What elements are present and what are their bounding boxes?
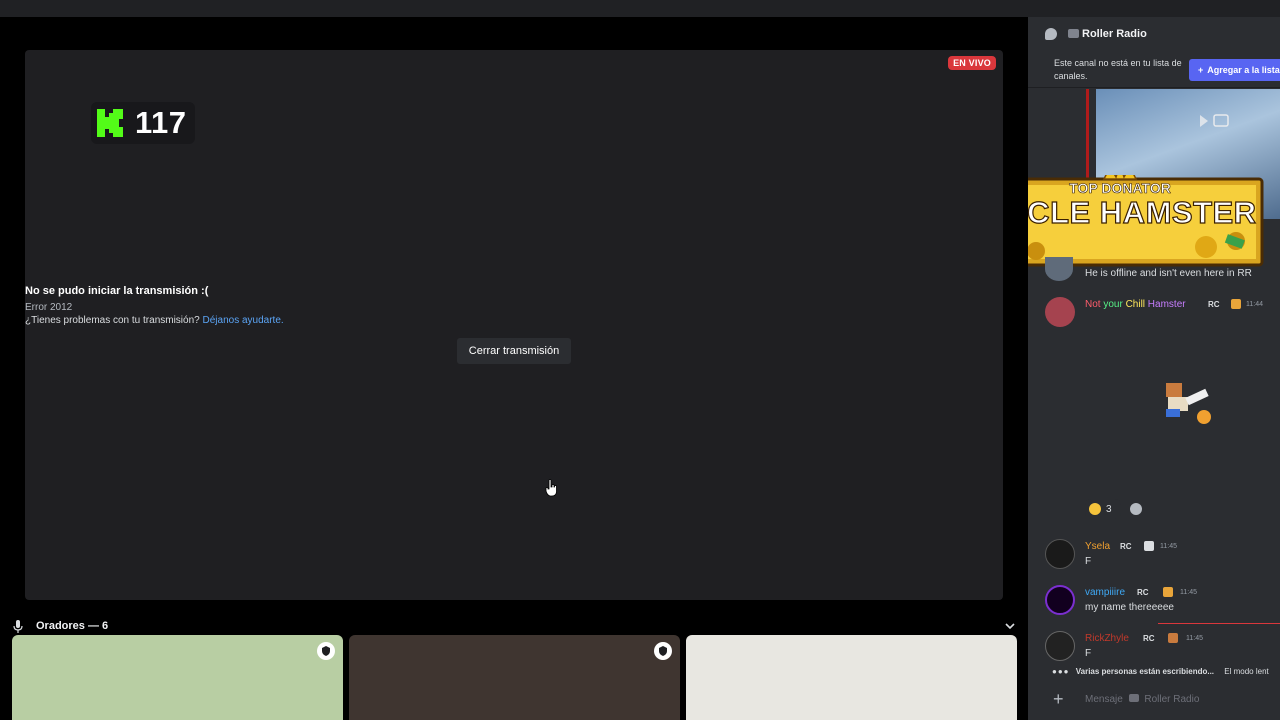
help-link[interactable]: Déjanos ayudarte. <box>203 315 284 326</box>
role-icon <box>1231 299 1241 309</box>
input-placeholder: Mensaje Roller Radio <box>1085 694 1199 705</box>
avatar[interactable] <box>1045 585 1075 615</box>
video-controls-icon[interactable] <box>1198 112 1232 130</box>
top-bar <box>0 0 1280 17</box>
timestamp: 11:45 <box>1160 543 1177 550</box>
radio-icon <box>1128 694 1139 702</box>
timestamp: 11:45 <box>1180 589 1197 596</box>
plus-icon: + <box>1198 65 1204 75</box>
username-part: Not <box>1085 299 1101 310</box>
error-help: ¿Tienes problemas con tu transmisión? Dé… <box>25 315 1003 326</box>
radio-icon <box>1068 29 1079 38</box>
placeholder-channel: Roller Radio <box>1144 694 1200 705</box>
chat-header: Roller Radio <box>1028 17 1280 47</box>
hamster-sticker <box>1166 383 1211 424</box>
avatar[interactable] <box>1045 631 1075 661</box>
role-icon <box>1144 541 1154 551</box>
banner-top-text: TOP DONATOR <box>1069 180 1171 197</box>
username[interactable]: Ysela <box>1085 541 1110 552</box>
username-part: your <box>1100 299 1126 310</box>
avatar[interactable] <box>1045 297 1075 327</box>
placeholder-prefix: Mensaje <box>1085 694 1123 705</box>
avatar[interactable] <box>1045 539 1075 569</box>
stage-area: EN VIVO 117 No se pudo iniciar la transm… <box>0 17 1028 720</box>
role-icon <box>1168 633 1178 643</box>
attach-plus-icon[interactable]: + <box>1053 689 1064 710</box>
help-question: ¿Tienes problemas con tu transmisión? <box>25 315 200 326</box>
add-to-list-button[interactable]: + Agregar a la lista <box>1189 59 1280 81</box>
username[interactable]: vampiiire <box>1085 587 1125 598</box>
channel-notice: Este canal no está en tu lista de canale… <box>1054 58 1182 81</box>
message-text: F <box>1085 556 1092 567</box>
role-tag: RC <box>1137 588 1149 597</box>
reaction-pill[interactable]: 3 <box>1085 499 1121 519</box>
username[interactable]: RickZhyle <box>1085 633 1129 644</box>
close-stream-button[interactable]: Cerrar transmisión <box>457 338 571 364</box>
hand-cursor-icon <box>545 479 557 497</box>
speaker-tile[interactable] <box>349 635 680 720</box>
chevron-down-icon[interactable] <box>1004 621 1016 631</box>
add-button-label: Agregar a la lista <box>1207 65 1280 75</box>
typing-text: Varias personas están escribiendo... <box>1075 667 1215 676</box>
message-input[interactable]: + Mensaje Roller Radio <box>1045 686 1280 716</box>
divider <box>1028 87 1280 88</box>
role-tag: RC <box>1120 542 1132 551</box>
role-tag: RC <box>1143 634 1155 643</box>
message-text: He is offline and isn't even here in RR <box>1085 268 1252 279</box>
message-text: F <box>1085 648 1092 659</box>
microphone-icon <box>13 620 23 633</box>
new-messages-divider <box>1158 623 1280 624</box>
timestamp: 11:44 <box>1246 301 1263 308</box>
speaker-tile[interactable] <box>12 635 343 720</box>
chat-panel: Roller Radio Este canal no está en tu li… <box>1028 17 1280 720</box>
slow-mode-text: El modo lent <box>1224 667 1269 676</box>
message-text: my name thereeeee <box>1085 602 1174 613</box>
live-badge: EN VIVO <box>948 56 996 70</box>
typing-dots-icon: ●●● <box>1052 667 1070 676</box>
username-part: Chill <box>1125 299 1146 310</box>
chat-bubble-icon[interactable] <box>1045 28 1057 40</box>
avatar[interactable] <box>1045 257 1073 281</box>
viewer-counter: 117 <box>91 102 195 144</box>
role-tag: RC <box>1208 300 1220 309</box>
error-code: Error 2012 <box>25 302 73 313</box>
speakers-label: Oradores — 6 <box>36 620 109 632</box>
banner-name-text: UNCLE HAMSTER <box>1028 194 1257 230</box>
laughing-emoji-icon <box>1089 503 1101 515</box>
username-part: Hamster <box>1145 299 1186 310</box>
add-reaction-icon[interactable] <box>1130 503 1142 515</box>
channel-name: Roller Radio <box>1082 28 1147 40</box>
stream-viewer[interactable]: EN VIVO 117 No se pudo iniciar la transm… <box>25 50 1003 600</box>
viewer-count: 117 <box>135 105 187 140</box>
typing-indicator: ●●● Varias personas están escribiendo...… <box>1052 667 1269 676</box>
speaker-tile[interactable] <box>686 635 1017 720</box>
moderator-badge-icon <box>317 642 335 660</box>
reaction-count: 3 <box>1106 503 1112 515</box>
username[interactable]: Not your Chill Hamster <box>1085 299 1186 310</box>
kick-logo-icon <box>97 109 123 137</box>
timestamp: 11:45 <box>1186 635 1203 642</box>
moderator-badge-icon <box>654 642 672 660</box>
error-title: No se pudo iniciar la transmisión :( <box>25 285 209 297</box>
role-icon <box>1163 587 1173 597</box>
